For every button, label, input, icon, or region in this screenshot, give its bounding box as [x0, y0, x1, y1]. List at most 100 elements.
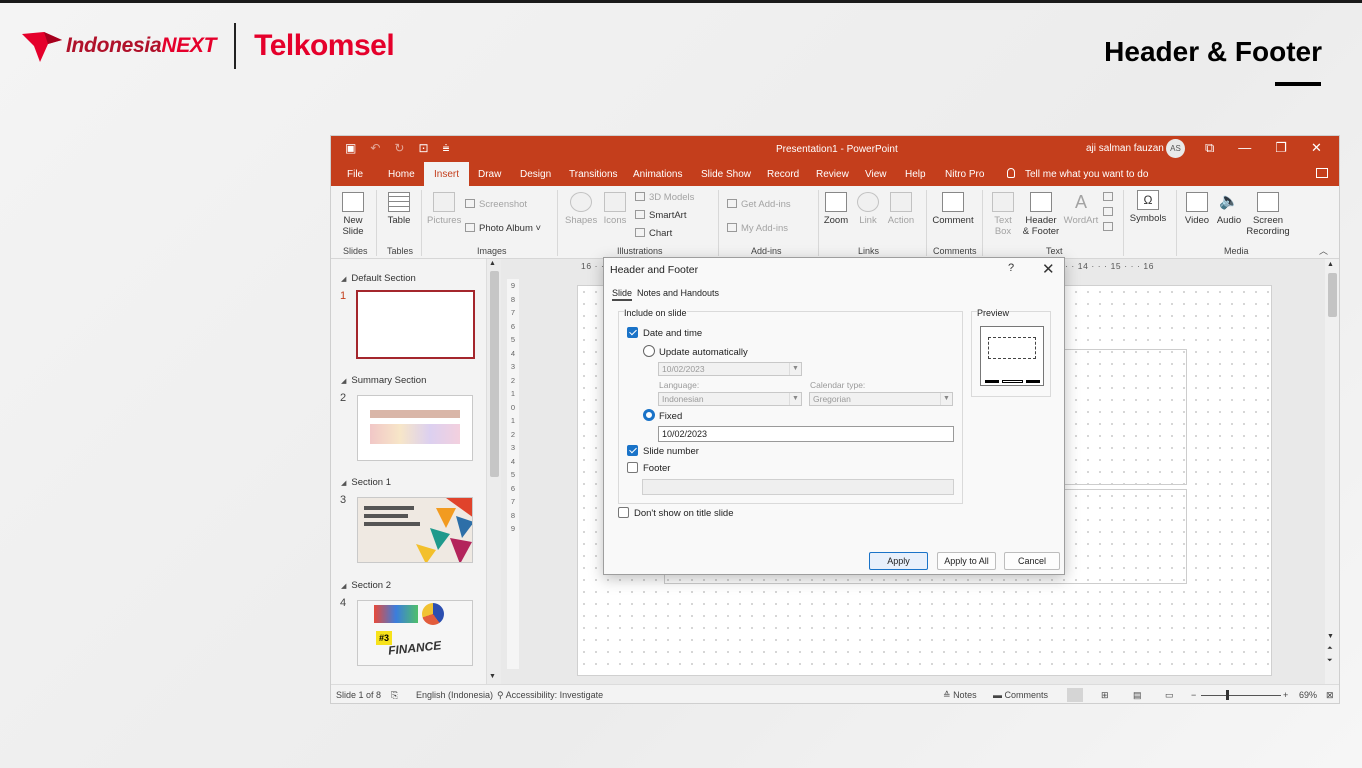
screen-recording-button[interactable]: Screen Recording [1245, 192, 1291, 237]
notes-button[interactable]: ≙ Notes [943, 690, 977, 701]
get-addins-button[interactable]: Get Add-ins [727, 199, 791, 210]
help-icon[interactable]: ? [1008, 262, 1014, 274]
section-1[interactable]: ◢ Section 1 [341, 477, 391, 488]
tell-me-search[interactable]: Tell me what you want to do [1007, 168, 1148, 180]
ribbon-display-icon[interactable]: ⧉ [1205, 140, 1214, 156]
apply-button[interactable]: Apply [869, 552, 928, 570]
tab-file[interactable]: File [347, 169, 363, 180]
avatar[interactable]: AS [1166, 139, 1185, 158]
icons-button[interactable]: Icons [601, 192, 629, 226]
section-default[interactable]: ◢ Default Section [341, 273, 416, 284]
date-time-checkbox[interactable] [627, 327, 638, 338]
slide-number-checkbox[interactable] [627, 445, 638, 456]
video-button[interactable]: Video [1183, 192, 1211, 226]
tab-animations[interactable]: Animations [633, 169, 682, 180]
apply-to-all-button[interactable]: Apply to All [937, 552, 996, 570]
footer-text-input[interactable] [642, 479, 954, 495]
slide-thumbnail-3[interactable] [357, 497, 473, 563]
section-summary[interactable]: ◢ Summary Section [341, 375, 426, 386]
footer-checkbox[interactable] [627, 462, 638, 473]
zoom-in-icon[interactable]: + [1283, 690, 1288, 700]
shapes-button[interactable]: Shapes [565, 192, 597, 226]
collapse-ribbon-icon[interactable]: ︿ [1319, 244, 1328, 257]
minimize-icon[interactable]: — [1238, 140, 1251, 156]
tab-insert[interactable]: Insert [424, 162, 470, 186]
date-time-icon[interactable] [1103, 192, 1113, 201]
comment-button[interactable]: Comment [931, 192, 975, 226]
tab-transitions[interactable]: Transitions [569, 169, 618, 180]
scroll-up-icon[interactable]: ▲ [489, 260, 496, 267]
table-button[interactable]: Table [385, 192, 413, 226]
my-addins-button[interactable]: My Add-ins [727, 223, 788, 234]
tab-design[interactable]: Design [520, 169, 551, 180]
object-icon[interactable] [1103, 222, 1113, 231]
restore-icon[interactable]: ❐ [1275, 140, 1287, 156]
language-select[interactable]: Indonesian ▼ [658, 392, 802, 406]
tab-slide[interactable]: Slide [612, 288, 633, 301]
photo-album-button[interactable]: Photo Album ˅ [465, 223, 541, 234]
slide-number-icon[interactable] [1103, 207, 1113, 216]
smartart-button[interactable]: SmartArt [635, 210, 686, 221]
editing-scrollbar[interactable]: ▲ ▼ ⏶ ⏷ [1325, 259, 1339, 684]
zoom-slider-handle[interactable] [1226, 690, 1229, 700]
link-button[interactable]: Link [855, 192, 881, 226]
section-2[interactable]: ◢ Section 2 [341, 580, 391, 591]
tab-record[interactable]: Record [767, 169, 799, 180]
redo-icon[interactable]: ↻ [394, 141, 404, 156]
start-from-beginning-icon[interactable]: ⊡ [418, 141, 428, 156]
undo-icon[interactable]: ↶ [370, 141, 380, 156]
pictures-button[interactable]: Pictures [427, 192, 461, 226]
cancel-button[interactable]: Cancel [1004, 552, 1060, 570]
spelling-icon[interactable]: ⎘ [391, 690, 398, 701]
header-footer-button[interactable]: Header & Footer [1021, 192, 1061, 237]
accessibility-status[interactable]: ⚲ Accessibility: Investigate [497, 690, 603, 701]
tab-slide-show[interactable]: Slide Show [701, 169, 751, 180]
slide-sorter-view-icon[interactable]: ⊞ [1101, 690, 1109, 701]
action-button[interactable]: Action [885, 192, 917, 226]
customize-qat-icon[interactable]: ⩧ [443, 141, 450, 156]
tab-help[interactable]: Help [905, 169, 926, 180]
screenshot-button[interactable]: Screenshot [465, 199, 527, 210]
language-status[interactable]: English (Indonesia) [416, 690, 493, 700]
tab-home[interactable]: Home [388, 169, 415, 180]
tab-nitro-pro[interactable]: Nitro Pro [945, 169, 984, 180]
reading-view-icon[interactable]: ▤ [1133, 690, 1142, 701]
calendar-type-select[interactable]: Gregorian ▼ [809, 392, 953, 406]
new-slide-button[interactable]: New Slide [339, 192, 367, 237]
tab-notes-and-handouts[interactable]: Notes and Handouts [637, 288, 719, 298]
scroll-up-icon[interactable]: ▲ [1327, 261, 1334, 268]
3d-models-button[interactable]: 3D Models [635, 192, 694, 203]
zoom-button[interactable]: Zoom [822, 192, 850, 226]
fixed-date-input[interactable]: 10/02/2023 [658, 426, 954, 442]
slide-thumbnail-4[interactable]: #3 FINANCE [357, 600, 473, 666]
symbols-button[interactable]: Ω Symbols [1129, 190, 1167, 224]
thumbnail-scrollbar-thumb[interactable] [490, 271, 499, 477]
audio-button[interactable]: 🔈 Audio [1215, 192, 1243, 226]
normal-view-button[interactable] [1067, 688, 1083, 702]
update-automatically-radio[interactable] [643, 345, 655, 357]
slide-thumbnail-1[interactable] [356, 290, 475, 359]
close-icon[interactable]: ✕ [1042, 260, 1055, 278]
comments-button[interactable]: ▬ Comments [993, 690, 1048, 700]
comments-icon[interactable] [1316, 168, 1328, 178]
fixed-radio[interactable] [643, 409, 655, 421]
wordart-button[interactable]: A WordArt [1063, 192, 1099, 226]
scroll-down-icon[interactable]: ▼ [1327, 633, 1334, 640]
zoom-level[interactable]: 69% [1299, 690, 1317, 700]
tab-draw[interactable]: Draw [478, 169, 501, 180]
fit-to-window-icon[interactable]: ⊠ [1326, 690, 1334, 701]
close-icon[interactable]: ✕ [1311, 140, 1322, 156]
zoom-out-icon[interactable]: − [1191, 690, 1196, 700]
save-icon[interactable]: ▣ [345, 141, 356, 156]
text-box-button[interactable]: Text Box [989, 192, 1017, 237]
next-slide-icon[interactable]: ⏷ [1327, 657, 1333, 665]
scroll-down-icon[interactable]: ▼ [489, 673, 496, 680]
tab-view[interactable]: View [865, 169, 887, 180]
thumbnail-scrollbar[interactable]: ▲ ▼ [486, 259, 501, 684]
tab-review[interactable]: Review [816, 169, 849, 180]
auto-date-select[interactable]: 10/02/2023 ▼ [658, 362, 802, 376]
chart-button[interactable]: Chart [635, 228, 672, 239]
slide-thumbnail-2[interactable] [357, 395, 473, 461]
previous-slide-icon[interactable]: ⏶ [1327, 645, 1333, 653]
user-name[interactable]: aji salman fauzan [1086, 143, 1164, 154]
